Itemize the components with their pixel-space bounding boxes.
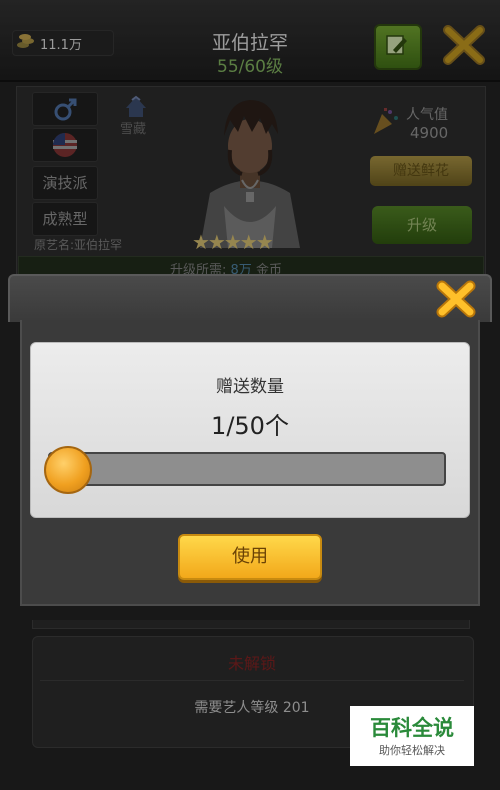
quantity-slider-thumb[interactable] <box>44 446 92 494</box>
use-button[interactable]: 使用 <box>178 534 322 580</box>
quantity-value: 1/50个 <box>211 412 289 440</box>
watermark-title: 百科全说 <box>370 716 454 740</box>
modal-header <box>8 274 492 322</box>
close-icon[interactable] <box>434 278 478 320</box>
quantity-label: 赠送数量 <box>216 377 284 397</box>
quantity-slider-track[interactable] <box>48 452 446 486</box>
watermark-subtitle: 助你轻松解决 <box>379 744 445 757</box>
